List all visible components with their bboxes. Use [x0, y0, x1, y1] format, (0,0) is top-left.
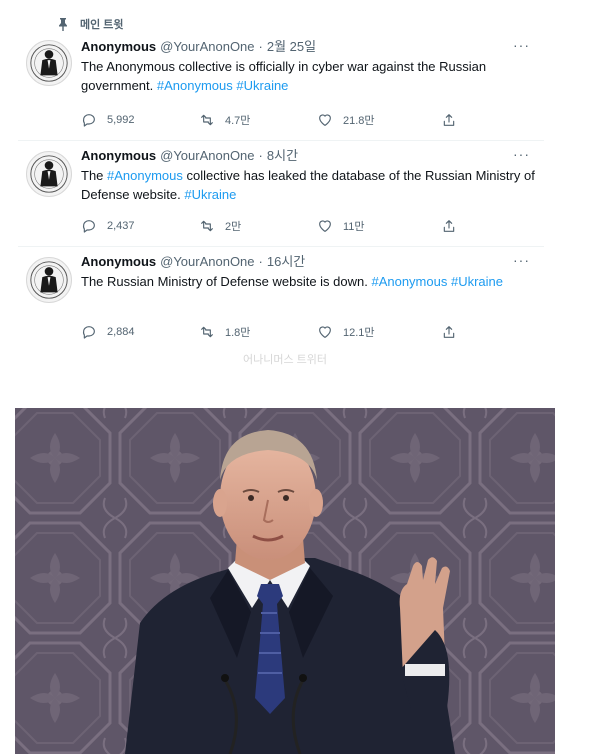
reply-icon [82, 114, 95, 127]
retweet-icon [201, 326, 213, 338]
separator: · [258, 148, 263, 163]
retweet-button[interactable]: 2만 [199, 218, 317, 234]
author-name[interactable]: Anonymous [81, 147, 156, 165]
reply-icon [82, 326, 95, 339]
share-button[interactable] [441, 218, 457, 234]
like-icon [319, 220, 331, 232]
tweet-time[interactable]: 8시간 [267, 147, 298, 165]
hashtag-link[interactable]: #Anonymous [157, 78, 233, 93]
pin-icon [59, 18, 67, 31]
reply-count: 5,992 [107, 114, 135, 126]
tweet-actions: 5,992 4.7만 21.8만 [81, 112, 474, 128]
retweet-button[interactable]: 4.7만 [199, 112, 317, 128]
like-button[interactable]: 12.1만 [317, 324, 441, 340]
like-count: 12.1만 [343, 327, 375, 339]
text-part: The [81, 168, 108, 183]
separator: · [258, 254, 263, 269]
separator: · [258, 39, 263, 54]
tweet-text: The Anonymous collective is officially i… [81, 57, 536, 95]
more-icon[interactable]: ··· [513, 38, 530, 52]
reply-button[interactable]: 5,992 [81, 112, 199, 128]
tweet[interactable]: Anonymous @YourAnonOne · 8시간 ··· The #An… [18, 140, 544, 246]
tweet[interactable]: Anonymous @YourAnonOne · 16시간 ··· The Ru… [18, 246, 544, 352]
anonymous-logo-icon [30, 155, 68, 193]
more-icon[interactable]: ··· [513, 147, 530, 161]
like-icon [319, 114, 331, 126]
tweet-text: The Russian Ministry of Defense website … [81, 272, 536, 291]
reply-count: 2,437 [107, 220, 135, 232]
like-count: 11만 [343, 221, 365, 233]
tweet-time[interactable]: 2월 25일 [267, 38, 316, 56]
watermark-caption: 어나니머스 트위터 [242, 354, 327, 366]
pinned-indicator: 메인 트윗 [18, 14, 544, 34]
tweet-actions: 2,437 2만 11만 [81, 218, 474, 234]
retweet-count: 4.7만 [225, 115, 251, 127]
share-icon [443, 326, 455, 338]
like-button[interactable]: 11만 [317, 218, 441, 234]
pinned-label: 메인 트윗 [80, 19, 124, 31]
avatar[interactable] [26, 40, 72, 86]
retweet-icon [201, 114, 213, 126]
tweet-feed: 메인 트윗 Anonymous @YourAnonOne · 2월 25일 ··… [18, 14, 544, 352]
more-icon[interactable]: ··· [513, 253, 530, 267]
hashtag-link[interactable]: #Anonymous [107, 168, 183, 183]
reply-icon [82, 220, 95, 233]
retweet-icon [201, 220, 213, 232]
author-name[interactable]: Anonymous [81, 38, 156, 56]
reply-button[interactable]: 2,437 [81, 218, 199, 234]
tweet-actions: 2,884 1.8만 12.1만 [81, 324, 474, 340]
reply-button[interactable]: 2,884 [81, 324, 199, 340]
anonymous-logo-icon [30, 261, 68, 299]
reply-count: 2,884 [107, 326, 135, 338]
anonymous-logo-icon [30, 44, 68, 82]
hashtag-link[interactable]: #Anonymous [371, 274, 447, 289]
retweet-count: 2만 [225, 221, 242, 233]
author-name[interactable]: Anonymous [81, 253, 156, 271]
text-part: The Russian Ministry of Defense website … [81, 274, 372, 289]
hashtag-link[interactable]: #Ukraine [451, 274, 503, 289]
share-button[interactable] [441, 112, 457, 128]
avatar[interactable] [26, 151, 72, 197]
like-count: 21.8만 [343, 115, 375, 127]
tweet-time[interactable]: 16시간 [267, 253, 305, 271]
author-handle[interactable]: @YourAnonOne [160, 253, 254, 271]
like-button[interactable]: 21.8만 [317, 112, 441, 128]
like-icon [319, 326, 331, 338]
share-icon [443, 114, 455, 126]
tweet[interactable]: Anonymous @YourAnonOne · 2월 25일 ··· The … [18, 34, 544, 140]
hashtag-link[interactable]: #Ukraine [184, 187, 236, 202]
speaker-photo [15, 408, 555, 754]
share-button[interactable] [441, 324, 457, 340]
retweet-count: 1.8만 [225, 327, 251, 339]
retweet-button[interactable]: 1.8만 [199, 324, 317, 340]
hashtag-link[interactable]: #Ukraine [236, 78, 288, 93]
share-icon [443, 220, 455, 232]
tweet-text: The #Anonymous collective has leaked the… [81, 166, 536, 204]
avatar[interactable] [26, 257, 72, 303]
man-in-suit-at-podium-image [15, 408, 555, 754]
author-handle[interactable]: @YourAnonOne [160, 147, 254, 165]
author-handle[interactable]: @YourAnonOne [160, 38, 254, 56]
